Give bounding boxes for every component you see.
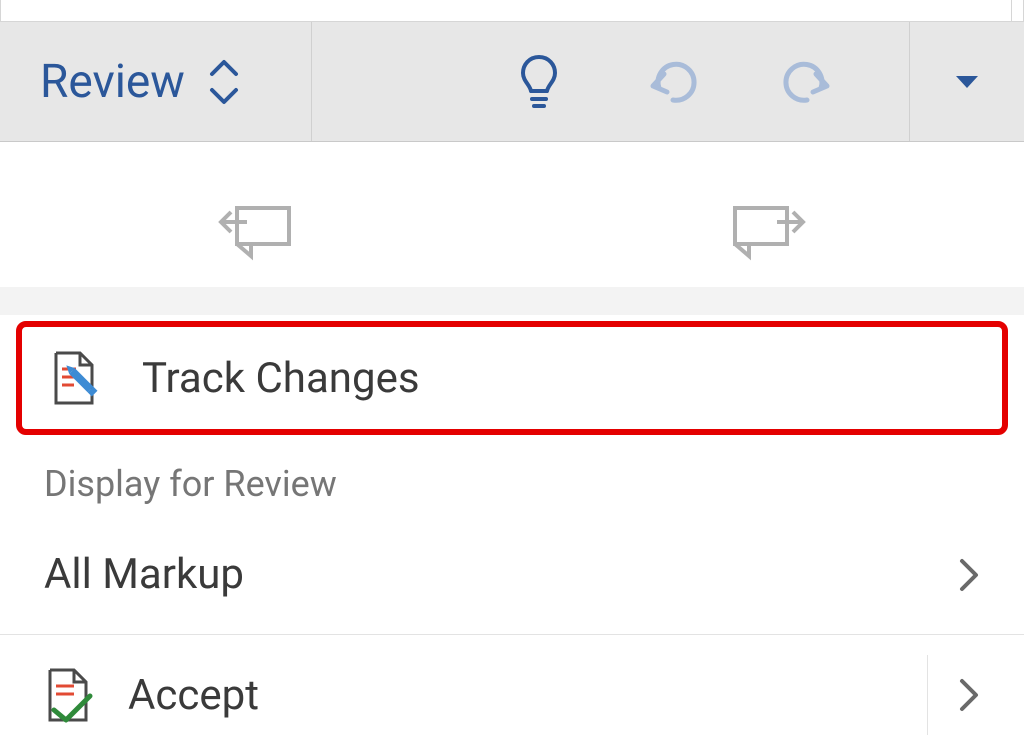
ribbon-tab-picker[interactable]: Review — [0, 22, 312, 141]
chevron-right-icon — [958, 557, 980, 593]
section-separator — [0, 287, 1024, 315]
next-comment-icon — [729, 200, 807, 262]
display-for-review-label: Display for Review — [0, 441, 1024, 515]
split-button-divider — [927, 655, 928, 735]
accept-icon — [44, 666, 98, 724]
dropdown-triangle-icon — [954, 74, 980, 90]
track-changes-label: Track Changes — [142, 354, 420, 403]
markup-value: All Markup — [44, 550, 244, 599]
next-comment-button[interactable] — [512, 175, 1024, 287]
markup-selector[interactable]: All Markup — [0, 515, 1024, 635]
updown-icon — [207, 56, 241, 108]
previous-comment-icon — [217, 200, 295, 262]
previous-comment-button[interactable] — [0, 175, 512, 287]
undo-icon — [645, 58, 701, 106]
toolbar-overflow-button[interactable] — [909, 22, 1024, 141]
track-changes-button[interactable]: Track Changes — [16, 321, 1008, 435]
ribbon-tab-label: Review — [40, 55, 185, 109]
undo-button[interactable] — [641, 50, 705, 114]
redo-button[interactable] — [775, 50, 839, 114]
accept-button[interactable]: Accept — [0, 635, 1024, 755]
chevron-right-icon[interactable] — [958, 677, 980, 713]
ribbon-toolbar: Review — [0, 22, 1024, 142]
accept-label: Accept — [128, 671, 259, 720]
document-edge — [0, 0, 1024, 22]
comments-navigation-row — [0, 174, 1024, 287]
redo-icon — [779, 58, 835, 106]
track-changes-icon — [50, 349, 104, 407]
lightbulb-icon — [518, 53, 560, 111]
tell-me-button[interactable] — [507, 50, 571, 114]
